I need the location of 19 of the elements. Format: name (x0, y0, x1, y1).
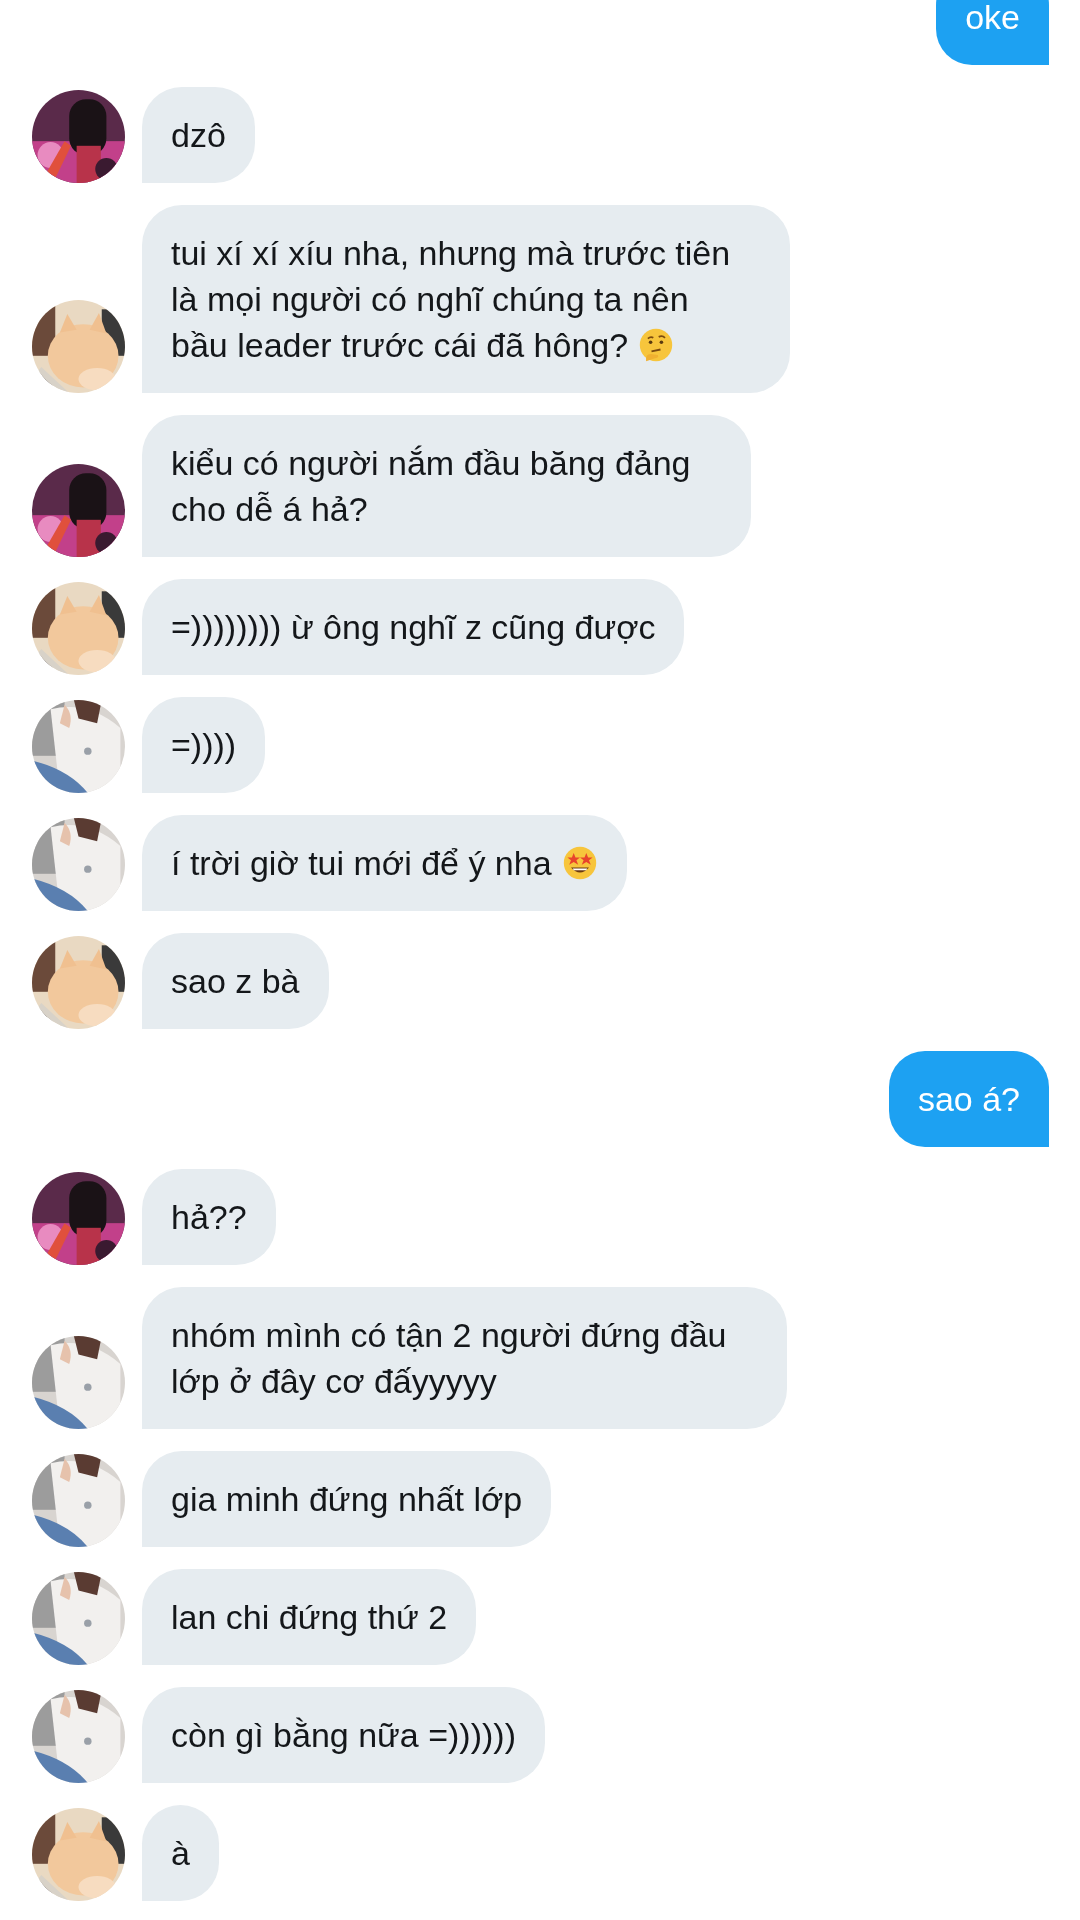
message-text: tui xí xí xíu nha, nhưng mà trước tiên (171, 234, 731, 272)
message-text: gia minh đứng nhất lớp (171, 1480, 523, 1518)
message-text: í trời giờ tui mới để ý nha (171, 844, 552, 882)
message-text: kiểu có người nắm đầu băng đảng (171, 444, 691, 482)
message-text: =)))))))) ừ ông nghĩ z cũng được (171, 608, 656, 646)
message-text: còn gì bằng nữa =)))))) (171, 1716, 516, 1754)
message-text: bầu leader trước cái đã hông? (171, 326, 629, 364)
message-text: à (171, 1834, 190, 1872)
message-text: oke (965, 0, 1020, 36)
message-text: dzô (171, 116, 226, 154)
message-text: lớp ở đây cơ đấyyyyy (171, 1362, 497, 1400)
message-text: là mọi người có nghĩ chúng ta nên (171, 280, 689, 318)
message-text: lan chi đứng thứ 2 (171, 1598, 448, 1636)
message-text: sao z bà (171, 962, 300, 1000)
message-text: =)))) (171, 726, 237, 764)
message-text: nhóm mình có tận 2 người đứng đầu (171, 1316, 727, 1354)
message-text: cho dễ á hả? (171, 490, 368, 528)
message-text: hả?? (171, 1198, 247, 1236)
message-text: sao á? (917, 1080, 1020, 1118)
